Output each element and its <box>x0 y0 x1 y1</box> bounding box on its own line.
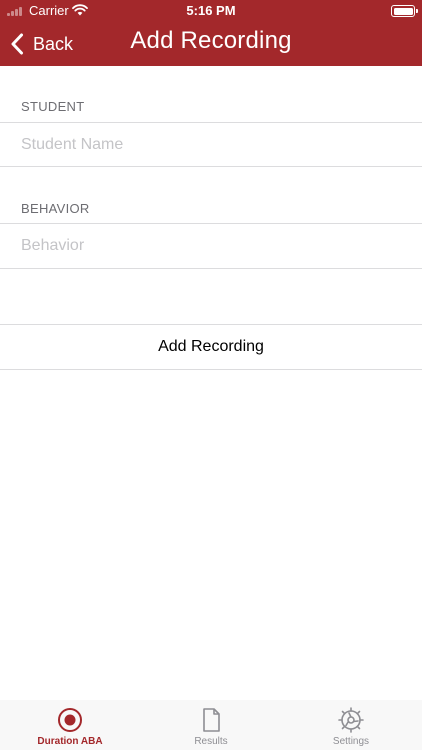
page-title: Add Recording <box>130 27 292 54</box>
navigation-bar: Back Add Recording <box>0 22 422 66</box>
behavior-section-header: BEHAVIOR <box>21 201 90 216</box>
student-name-row <box>0 122 422 167</box>
settings-gear-icon <box>338 707 364 733</box>
behavior-input[interactable] <box>21 224 401 268</box>
add-recording-button[interactable]: Add Recording <box>0 324 422 370</box>
record-icon <box>58 708 82 732</box>
tab-label-duration-aba: Duration ABA <box>37 736 103 747</box>
status-bar: Carrier 5:16 PM <box>0 0 422 22</box>
status-time: 5:16 PM <box>186 3 236 18</box>
student-name-input[interactable] <box>21 123 401 166</box>
student-section-header: STUDENT <box>21 99 85 114</box>
tab-label-settings: Settings <box>332 736 370 747</box>
tab-label-results: Results <box>194 736 228 747</box>
battery-icon <box>391 5 418 17</box>
document-icon <box>203 708 220 732</box>
header: Carrier 5:16 PM Back Add Recording <box>0 0 422 66</box>
behavior-row <box>0 223 422 269</box>
add-recording-label: Add Recording <box>158 338 264 355</box>
tab-settings[interactable]: Settings <box>281 700 421 750</box>
tab-bar: Duration ABA Results Settings <box>0 700 422 750</box>
tab-results[interactable]: Results <box>141 700 281 750</box>
tab-duration-aba[interactable]: Duration ABA <box>0 700 140 750</box>
